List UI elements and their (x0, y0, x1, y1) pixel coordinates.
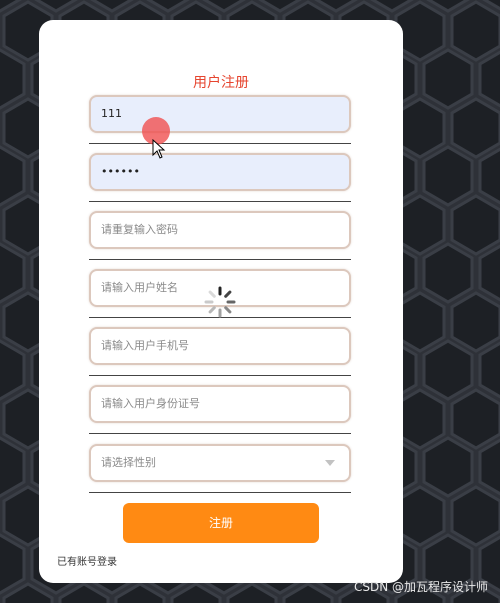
page-title: 用户注册 (193, 75, 249, 91)
watermark: CSDN @加瓦程序设计师 (353, 580, 488, 594)
field-divider (89, 201, 351, 202)
field-divider (89, 259, 351, 260)
gender-placeholder: 请选择性别 (101, 456, 156, 469)
confirm-password-input[interactable]: 请重复输入密码 (89, 211, 351, 249)
gender-select[interactable]: 请选择性别 (89, 444, 351, 482)
phone-placeholder: 请输入用户手机号 (101, 339, 189, 352)
field-divider (89, 143, 351, 144)
id-card-placeholder: 请输入用户身份证号 (101, 397, 200, 410)
confirm-password-placeholder: 请重复输入密码 (101, 223, 178, 236)
name-placeholder: 请输入用户姓名 (101, 281, 178, 294)
register-button[interactable]: 注册 (123, 503, 319, 543)
password-value: •••••• (101, 165, 140, 178)
field-divider (89, 492, 351, 493)
mouse-pointer-icon (152, 139, 166, 159)
login-link[interactable]: 已有账号登录 (57, 553, 117, 568)
chevron-down-icon (325, 460, 335, 466)
field-divider (89, 375, 351, 376)
password-input[interactable]: •••••• (89, 153, 351, 191)
field-divider (89, 433, 351, 434)
loading-spinner-icon (204, 286, 236, 318)
id-card-input[interactable]: 请输入用户身份证号 (89, 385, 351, 423)
username-input[interactable]: 111 (89, 95, 351, 133)
username-value: 111 (101, 107, 122, 120)
phone-input[interactable]: 请输入用户手机号 (89, 327, 351, 365)
